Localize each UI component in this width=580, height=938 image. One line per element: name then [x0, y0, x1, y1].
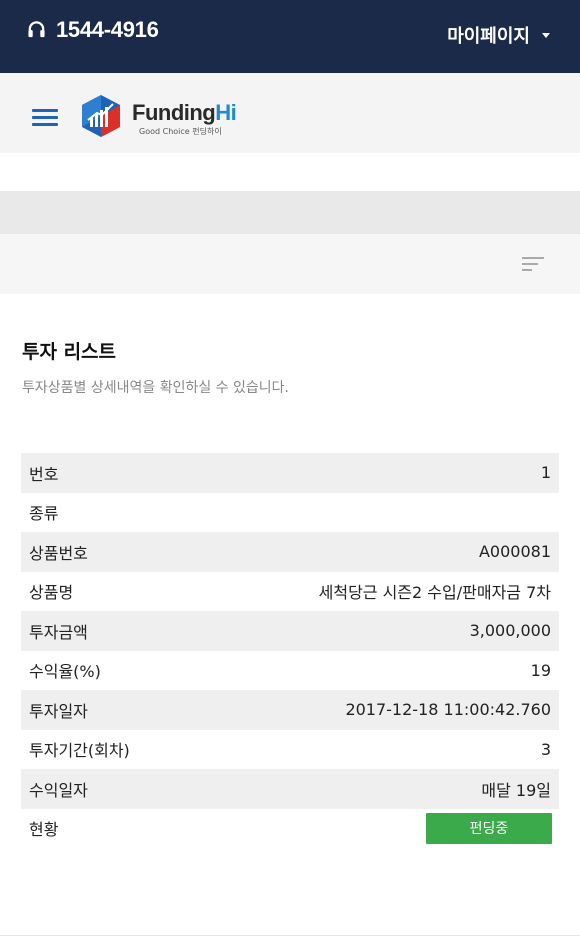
row-label: 상품명: [29, 583, 74, 603]
site-logo[interactable]: FundingHi Good Choice 펀딩하이: [80, 93, 237, 139]
table-row-status: 현황 펀딩중: [21, 809, 559, 849]
row-label: 현황: [29, 820, 59, 840]
row-value: 3,000,000: [469, 621, 551, 641]
row-value: 세척당근 시즌2 수입/판매자금 7차: [318, 583, 551, 603]
table-row: 투자기간(회차) 3: [21, 730, 559, 770]
filter-bar: [0, 234, 580, 294]
table-row: 투자일자 2017-12-18 11:00:42.760: [21, 690, 559, 730]
row-label: 수익율(%): [29, 662, 101, 682]
page-subtitle: 투자상품별 상세내역을 확인하실 수 있습니다.: [22, 380, 289, 396]
gray-divider-band: [0, 191, 580, 234]
status-badge: 펀딩중: [426, 812, 552, 844]
phone-contact[interactable]: 1544-4916: [27, 16, 159, 44]
caret-down-icon: [542, 32, 550, 38]
bottom-divider: [0, 935, 580, 936]
row-label: 종류: [29, 504, 59, 524]
hamburger-menu-icon[interactable]: [32, 109, 58, 127]
row-value: 매달 19일: [481, 780, 551, 800]
table-row: 번호 1: [21, 453, 559, 493]
brand-tagline: Good Choice 펀딩하이: [139, 127, 222, 136]
fundinghi-logo-icon: [82, 95, 120, 137]
row-label: 상품번호: [29, 543, 88, 563]
row-label: 투자기간(회차): [29, 741, 130, 761]
row-value: 2017-12-18 11:00:42.760: [345, 700, 551, 720]
table-row: 수익율(%) 19: [21, 651, 559, 691]
table-row: 상품번호 A000081: [21, 532, 559, 572]
row-label: 투자일자: [29, 701, 88, 721]
row-label: 번호: [29, 464, 59, 484]
mypage-dropdown[interactable]: 마이페이지: [447, 22, 550, 48]
top-bar: 1544-4916 마이페이지: [0, 0, 580, 73]
row-value: 3: [540, 739, 551, 759]
headset-icon: [28, 21, 45, 38]
table-row: 종류: [21, 493, 559, 533]
row-value: 19: [530, 660, 551, 680]
table-row: 수익일자 매달 19일: [21, 769, 559, 809]
table-row: 상품명 세척당근 시즌2 수입/판매자금 7차: [21, 572, 559, 612]
mypage-label: 마이페이지: [447, 26, 530, 47]
table-row: 투자금액 3,000,000: [21, 611, 559, 651]
filter-lines-icon[interactable]: [522, 257, 546, 273]
investment-detail-table: 번호 1 종류 상품번호 A000081 상품명 세척당근 시즌2 수입/판매자…: [21, 453, 559, 848]
row-label: 투자금액: [29, 622, 88, 642]
row-label: 수익일자: [29, 780, 88, 800]
row-value: A000081: [478, 542, 551, 562]
phone-number: 1544-4916: [56, 17, 159, 42]
site-header: FundingHi Good Choice 펀딩하이: [0, 73, 580, 153]
brand-name: FundingHi: [132, 100, 237, 125]
row-value: 1: [540, 463, 551, 483]
page-title: 투자 리스트: [22, 341, 117, 363]
